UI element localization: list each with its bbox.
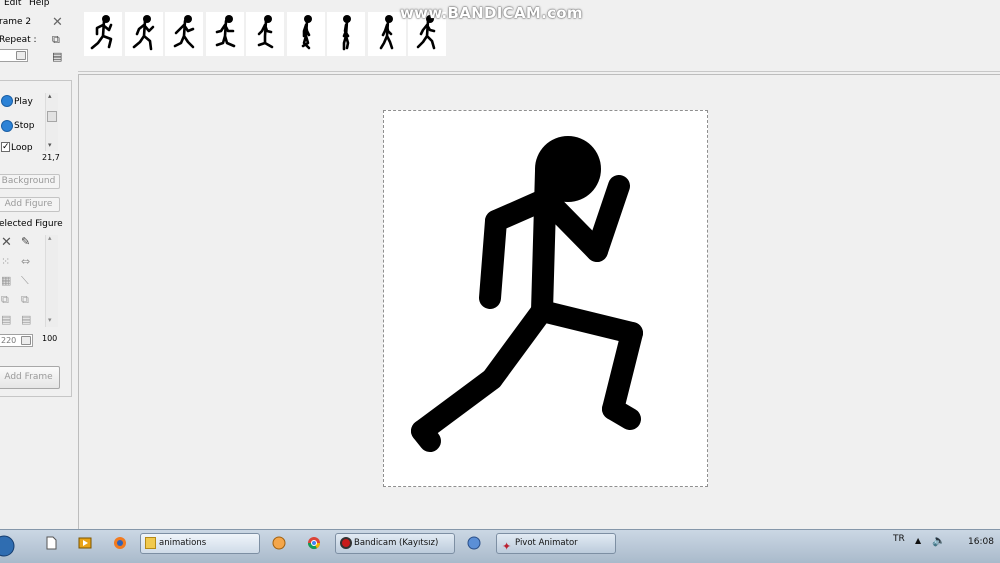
frame-thumbnail[interactable] (205, 12, 244, 56)
browser-icon[interactable] (113, 536, 127, 550)
size-spinner[interactable]: 220 (0, 334, 33, 347)
add-figure-button[interactable]: Add Figure (0, 197, 60, 212)
frame-label: rame 2 (0, 17, 32, 27)
chevron-up-icon[interactable]: ▴ (48, 234, 52, 242)
chevron-down-icon[interactable]: ▾ (48, 141, 52, 149)
delete-icon[interactable]: ✕ (1, 236, 12, 249)
chevron-up-icon[interactable]: ▴ (48, 92, 52, 100)
left-panel: Play Stop ✓ Loop ▴ ▾ 21,7 Background Add… (0, 80, 72, 397)
taskbar: animations Bandicam (Kayıtsız) ✦ Pivot A… (0, 529, 1000, 563)
chevron-down-icon[interactable]: ▾ (48, 316, 52, 324)
language-indicator[interactable]: TR (893, 534, 905, 544)
frame-thumbnail[interactable] (327, 12, 365, 56)
add-frame-button[interactable]: Add Frame (0, 366, 60, 389)
menu-help[interactable]: Help (29, 0, 50, 8)
selected-figure-label: elected Figure (0, 219, 63, 229)
taskbar-item-label: Pivot Animator (515, 538, 578, 548)
background-button[interactable]: Background (0, 174, 60, 189)
repeat-spinner[interactable] (0, 49, 28, 62)
frame-thumbnail[interactable] (286, 12, 325, 56)
explorer-icon[interactable] (44, 536, 58, 550)
folder-icon (145, 537, 156, 549)
move-icon[interactable]: ⁙ (1, 256, 10, 268)
frame-controls: rame 2 Repeat : ✕ ⧉ ▤ (0, 9, 72, 71)
stickman-icon: ✦ (502, 540, 512, 553)
speed-slider[interactable]: ▴ ▾ (45, 92, 58, 151)
copy-icon[interactable]: ⧉ (1, 294, 9, 306)
taskbar-item-bandicam[interactable]: Bandicam (Kayıtsız) (335, 533, 455, 554)
paste-icon[interactable]: ▤ (21, 314, 31, 326)
frame-thumbnail[interactable] (84, 12, 122, 56)
copy-icon[interactable]: ⧉ (21, 294, 29, 306)
taskbar-item-label: animations (159, 538, 207, 548)
play-button[interactable]: Play (14, 97, 33, 107)
speed-thumb[interactable] (47, 111, 57, 122)
frame-thumbnail[interactable] (124, 12, 163, 56)
media-player-icon[interactable] (78, 536, 92, 550)
close-x-icon[interactable]: ✕ (52, 16, 63, 29)
frame-thumbnail[interactable] (165, 12, 203, 56)
paste-icon[interactable]: ▤ (1, 314, 11, 326)
line-icon[interactable]: ⟍ (21, 275, 29, 287)
loop-label: Loop (11, 143, 33, 153)
grid-icon[interactable]: ▦ (1, 275, 11, 287)
stick-figure[interactable] (384, 111, 709, 488)
tray-expand-icon[interactable]: ▲ (915, 536, 921, 545)
bandicam-watermark: www.BANDICAM.com (400, 4, 583, 22)
flip-icon[interactable]: ⇔ (21, 256, 30, 268)
opacity-slider[interactable]: ▴ ▾ (45, 234, 58, 327)
stage[interactable] (383, 110, 708, 487)
app-icon[interactable] (272, 536, 286, 550)
stop-button[interactable]: Stop (14, 121, 34, 131)
spinner-arrows-icon[interactable] (16, 51, 26, 60)
taskbar-item-animations[interactable]: animations (140, 533, 260, 554)
size-value: 220 (1, 336, 17, 345)
network-icon[interactable] (467, 536, 481, 550)
copy-icon[interactable]: ⧉ (52, 34, 60, 46)
loop-checkbox[interactable]: ✓ (1, 142, 10, 152)
menu-edit[interactable]: Edit (4, 0, 21, 8)
pencil-icon[interactable]: ✎ (21, 236, 30, 248)
taskbar-item-label: Bandicam (Kayıtsız) (354, 538, 439, 548)
paste-icon[interactable]: ▤ (52, 51, 62, 63)
chrome-icon[interactable] (307, 536, 321, 550)
clock[interactable]: 16:08 (968, 537, 994, 547)
taskbar-item-pivot-animator[interactable]: ✦ Pivot Animator (496, 533, 616, 554)
start-orb-icon[interactable] (0, 534, 16, 558)
play-icon[interactable] (1, 95, 13, 107)
frame-thumbnail[interactable] (246, 12, 284, 56)
volume-icon[interactable]: 🔈 (932, 534, 946, 547)
record-icon (340, 537, 352, 549)
repeat-label: Repeat : (0, 35, 37, 45)
spinner-arrows-icon[interactable] (21, 336, 31, 345)
speed-value: 21,7 (42, 153, 60, 162)
opacity-value: 100 (42, 334, 58, 343)
stop-icon[interactable] (1, 120, 13, 132)
